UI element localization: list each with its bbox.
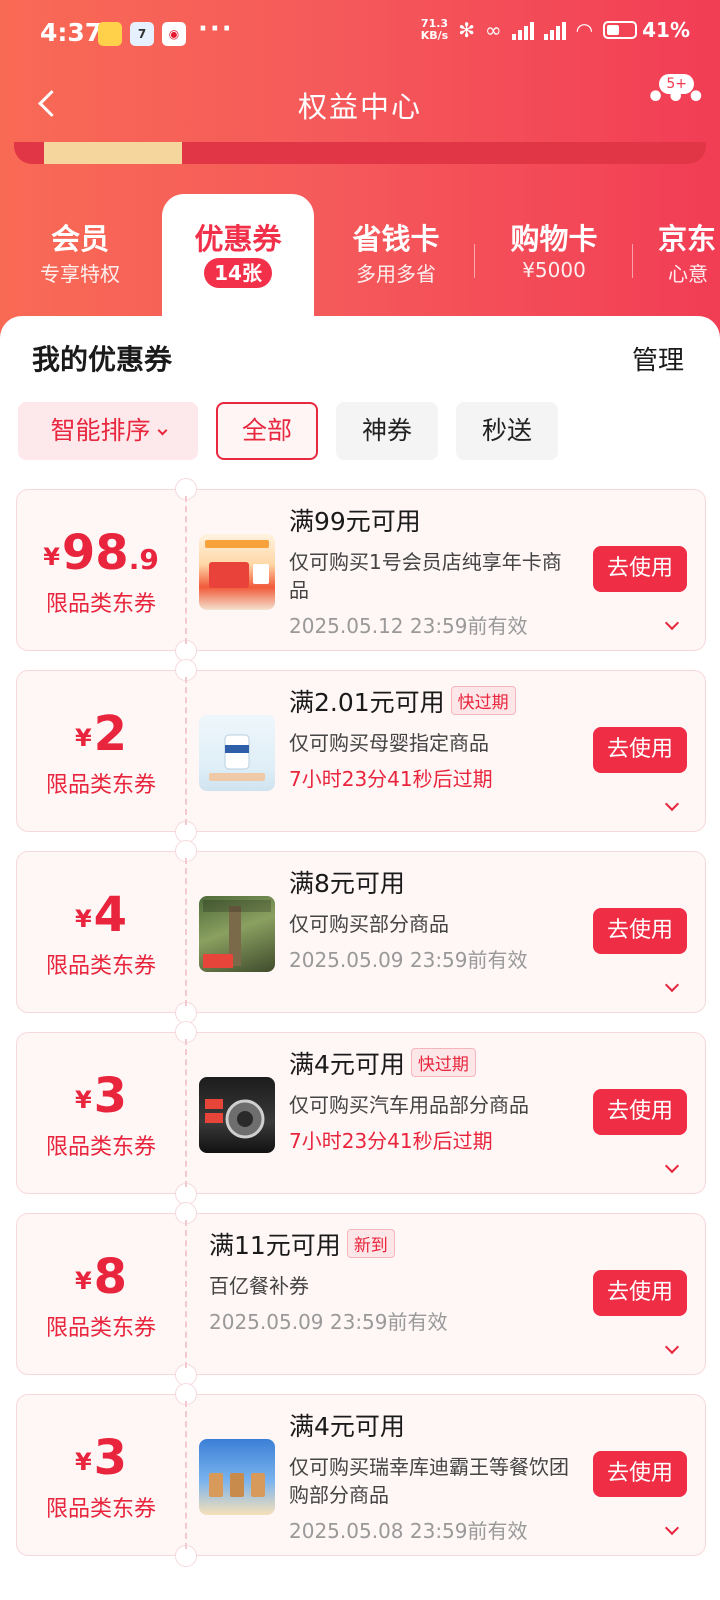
- filter-instant-delivery[interactable]: 秒送: [456, 402, 558, 460]
- product-thumbnail: [199, 1077, 275, 1153]
- coupon-countdown: 7小时23分41秒后过期: [289, 767, 493, 791]
- coupon-card[interactable]: ¥2 限品类东券 满2.01元可用 快过期 仅可购买母婴指定商品 7小时23分41…: [16, 659, 706, 843]
- weibo-app-icon: ◉: [162, 22, 186, 46]
- chevron-down-icon: [157, 425, 167, 436]
- coupon-card[interactable]: ¥8 限品类东券 满11元可用 新到 百亿餐补券 2025.05.09 23:59…: [16, 1202, 706, 1386]
- battery-indicator: 41%: [603, 18, 690, 42]
- calendar-app-icon: 7: [130, 22, 154, 46]
- coupon-count-badge: 14张: [204, 258, 272, 288]
- use-coupon-button[interactable]: 去使用: [593, 1270, 687, 1316]
- filter-bar: 智能排序 全部 神券 秒送: [18, 402, 718, 460]
- coupon-threshold: 满4元可用: [289, 1412, 405, 1441]
- coupon-divider: [185, 1401, 187, 1549]
- chevron-down-icon[interactable]: [664, 1339, 680, 1355]
- signal-hd-icon: [511, 20, 534, 40]
- coupon-scope: 仅可购买瑞幸库迪霸王等餐饮团购部分商品: [289, 1455, 569, 1507]
- use-coupon-button[interactable]: 去使用: [593, 908, 687, 954]
- status-time: 4:37: [40, 18, 103, 47]
- expiring-tag: 快过期: [410, 1048, 476, 1077]
- sort-dropdown[interactable]: 智能排序: [18, 402, 198, 460]
- signal-hd-icon: [543, 20, 566, 40]
- coupon-divider: [185, 1039, 187, 1187]
- coupon-value: ¥3 限品类东券: [45, 1430, 156, 1522]
- coupon-divider: [185, 496, 187, 644]
- chevron-down-icon[interactable]: [664, 977, 680, 993]
- coupon-value: ¥4 限品类东券: [45, 887, 156, 979]
- coupon-expiry: 2025.05.09 23:59前有效: [209, 1310, 448, 1334]
- chevron-down-icon[interactable]: [664, 1520, 680, 1536]
- use-coupon-button[interactable]: 去使用: [593, 1451, 687, 1497]
- page-title: 权益中心: [297, 90, 422, 124]
- status-icons: 71.3 KB/s ✻ ∞ ◠ 41%: [420, 17, 690, 43]
- coupon-expiry: 2025.05.12 23:59前有效: [289, 614, 528, 638]
- banner-peek[interactable]: [14, 142, 706, 164]
- use-coupon-button[interactable]: 去使用: [593, 1089, 687, 1135]
- tab-member[interactable]: 会员 专享特权: [0, 194, 160, 320]
- coupon-value: ¥8 限品类东券: [45, 1249, 156, 1341]
- nfc-icon: ∞: [485, 18, 502, 42]
- chevron-down-icon[interactable]: [664, 796, 680, 812]
- product-thumbnail: [199, 534, 275, 610]
- tab-shopping-card[interactable]: 购物卡 ¥5000: [476, 194, 632, 320]
- coupon-divider: [185, 1220, 187, 1368]
- wifi-icon: ◠: [575, 18, 594, 42]
- coupon-divider: [185, 677, 187, 825]
- tab-divider: [632, 244, 633, 278]
- coupon-threshold: 满11元可用 新到: [209, 1226, 499, 1262]
- coupon-threshold: 满99元可用: [289, 507, 421, 536]
- section-title: 我的优惠券: [32, 343, 173, 376]
- bluetooth-icon: ✻: [458, 18, 475, 42]
- manage-button[interactable]: 管理: [632, 340, 684, 377]
- coupon-scope: 仅可购买汽车用品部分商品: [289, 1093, 529, 1117]
- coupon-value: ¥3 限品类东券: [45, 1068, 156, 1160]
- tab-coupons[interactable]: 优惠券 14张: [162, 194, 314, 320]
- more-notifications-icon: ···: [198, 14, 234, 44]
- product-thumbnail: [199, 1439, 275, 1515]
- net-speed: 71.3 KB/s: [420, 17, 449, 42]
- coupon-scope: 仅可购买1号会员店纯享年卡商品: [289, 550, 562, 602]
- notification-badge: 5+: [659, 74, 694, 94]
- tab-divider: [474, 244, 475, 278]
- coupon-scope: 仅可购买部分商品: [289, 912, 449, 936]
- tab-jd[interactable]: 京东 心意: [640, 194, 720, 320]
- coupon-threshold: 满2.01元可用 快过期: [289, 683, 579, 719]
- coupon-scope: 百亿餐补券: [209, 1274, 309, 1298]
- coupon-threshold: 满8元可用: [289, 869, 405, 898]
- use-coupon-button[interactable]: 去使用: [593, 546, 687, 592]
- coupon-card[interactable]: ¥4 限品类东券 满8元可用 仅可购买部分商品 2025.05.09 23:59…: [16, 840, 706, 1024]
- nav-bar: 权益中心 ••• 5+: [0, 66, 720, 142]
- coupon-card[interactable]: ¥3 限品类东券 满4元可用 快过期 仅可购买汽车用品部分商品 7小时23分41秒…: [16, 1021, 706, 1205]
- notes-app-icon: [98, 22, 122, 46]
- banner-image: [44, 142, 182, 164]
- product-thumbnail: [199, 896, 275, 972]
- expiring-tag: 快过期: [450, 686, 516, 715]
- coupon-threshold: 满4元可用 快过期: [289, 1045, 579, 1081]
- chevron-down-icon[interactable]: [664, 1158, 680, 1174]
- coupon-value: ¥2 限品类东券: [45, 706, 156, 798]
- coupon-expiry: 2025.05.09 23:59前有效: [289, 948, 528, 972]
- benefit-tabs: 会员 专享特权 优惠券 14张 省钱卡 多用多省 购物卡 ¥5000 京东 心意: [0, 194, 720, 320]
- coupon-scope: 仅可购买母婴指定商品: [289, 731, 489, 755]
- coupon-expiry: 2025.05.08 23:59前有效: [289, 1519, 528, 1543]
- coupon-card[interactable]: ¥98.9 限品类东券 满99元可用 仅可购买1号会员店纯享年卡商品 2025.…: [16, 478, 706, 662]
- chevron-down-icon[interactable]: [664, 615, 680, 631]
- product-thumbnail: [199, 715, 275, 791]
- battery-icon: [603, 21, 638, 39]
- coupon-divider: [185, 858, 187, 1006]
- coupon-card[interactable]: ¥3 限品类东券 满4元可用 仅可购买瑞幸库迪霸王等餐饮团购部分商品 2025.…: [16, 1383, 706, 1567]
- coupon-value: ¥98.9 限品类东券: [43, 525, 159, 617]
- filter-all[interactable]: 全部: [216, 402, 318, 460]
- new-tag: 新到: [346, 1229, 395, 1258]
- filter-god-coupon[interactable]: 神券: [336, 402, 438, 460]
- status-bar: 4:37 7 ◉ ··· 71.3 KB/s ✻ ∞ ◠ 41%: [0, 0, 720, 66]
- use-coupon-button[interactable]: 去使用: [593, 727, 687, 773]
- coupon-countdown: 7小时23分41秒后过期: [289, 1129, 493, 1153]
- tab-saving-card[interactable]: 省钱卡 多用多省: [318, 194, 474, 320]
